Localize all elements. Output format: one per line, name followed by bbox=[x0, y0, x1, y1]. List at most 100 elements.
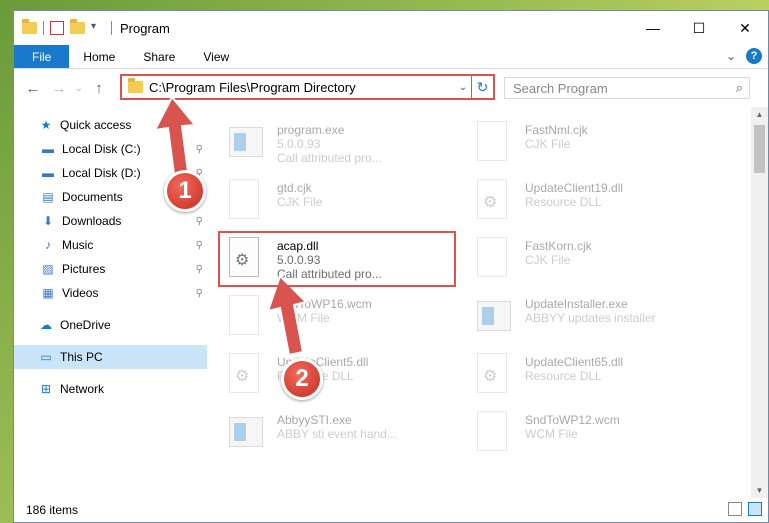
vertical-scrollbar[interactable]: ▲ ▼ bbox=[751, 107, 768, 498]
tab-view[interactable]: View bbox=[189, 45, 243, 68]
file-tile[interactable]: FastNml.cjk CJK File bbox=[477, 117, 707, 177]
ribbon-tabs: File Home Share View ⌄ ? bbox=[14, 45, 768, 69]
file-tile[interactable]: SndToWP12.wcm WCM File bbox=[477, 407, 707, 467]
star-icon: ★ bbox=[40, 118, 52, 132]
file-tile[interactable]: UpdateInstaller.exe ABBYY updates install… bbox=[477, 291, 707, 351]
file-info: ABBYY updates installer bbox=[525, 311, 656, 325]
minimize-button[interactable]: — bbox=[630, 11, 676, 45]
dll-file-icon: ⚙ bbox=[477, 179, 515, 223]
sidebar-item-this-pc[interactable]: ▭ This PC bbox=[14, 345, 207, 369]
file-tile[interactable]: FastKorn.cjk CJK File bbox=[477, 233, 707, 293]
search-input[interactable]: Search Program ⌕ bbox=[504, 77, 750, 99]
title-bar: ▾ Program — ☐ ✕ bbox=[14, 11, 768, 45]
pin-icon[interactable]: ⚲ bbox=[196, 216, 203, 227]
scroll-up-icon[interactable]: ▲ bbox=[751, 110, 768, 119]
sidebar-item-label: Quick access bbox=[60, 118, 132, 132]
sidebar-item-videos[interactable]: ▦ Videos ⚲ bbox=[14, 281, 207, 305]
exe-file-icon bbox=[477, 295, 515, 339]
sidebar-item-network[interactable]: ⊞ Network bbox=[14, 377, 207, 401]
dll-file-icon: ⚙ bbox=[229, 353, 267, 397]
tab-home[interactable]: Home bbox=[69, 45, 129, 68]
file-details: gtd.cjk CJK File bbox=[277, 175, 322, 235]
address-dropdown-icon[interactable]: ⌄ bbox=[455, 82, 471, 93]
forward-button[interactable]: → bbox=[46, 80, 72, 97]
address-path[interactable]: C:\Program Files\Program Directory bbox=[149, 80, 455, 95]
ribbon-right: ⌄ ? bbox=[726, 48, 762, 64]
back-button[interactable]: ← bbox=[20, 80, 46, 97]
drive-icon: ▬ bbox=[42, 166, 54, 180]
view-toggle bbox=[728, 502, 762, 516]
sidebar-item-local-disk-c[interactable]: ▬ Local Disk (C:) ⚲ bbox=[14, 137, 207, 161]
file-tile[interactable]: ⚙ UpdateClient19.dll Resource DLL bbox=[477, 175, 707, 235]
scroll-down-icon[interactable]: ▼ bbox=[751, 486, 768, 495]
step-badge-1: 1 bbox=[164, 170, 206, 212]
file-name: UpdateClient65.dll bbox=[525, 355, 624, 369]
dll-file-icon: ⚙ bbox=[477, 353, 515, 397]
sidebar-item-onedrive[interactable]: ☁ OneDrive bbox=[14, 313, 207, 337]
search-placeholder: Search Program bbox=[513, 80, 608, 96]
step-badge-2: 2 bbox=[281, 358, 323, 400]
pin-icon[interactable]: ⚲ bbox=[196, 240, 203, 251]
document-file-icon bbox=[477, 411, 515, 455]
close-button[interactable]: ✕ bbox=[722, 11, 768, 45]
document-file-icon bbox=[229, 295, 267, 339]
toolbar-divider bbox=[111, 21, 112, 35]
properties-icon[interactable] bbox=[50, 21, 64, 35]
file-tile[interactable]: AbbyySTI.exe ABBY sti event hand... bbox=[229, 407, 459, 467]
large-icons-view-icon[interactable] bbox=[748, 502, 762, 516]
sidebar-item-pictures[interactable]: ▨ Pictures ⚲ bbox=[14, 257, 207, 281]
file-tile[interactable]: ⚙ UpdateClient65.dll Resource DLL bbox=[477, 349, 707, 409]
file-tile[interactable]: program.exe 5.0.0.93 Call attributed pro..… bbox=[229, 117, 459, 177]
file-tile[interactable]: ⚙UpdateClient5.dllResource DLL bbox=[229, 349, 459, 409]
window-title: Program bbox=[120, 20, 170, 36]
file-description: Call attributed pro... bbox=[277, 151, 382, 165]
maximize-button[interactable]: ☐ bbox=[676, 11, 722, 45]
selected-file-highlight bbox=[218, 231, 456, 287]
pin-icon[interactable]: ⚲ bbox=[196, 144, 203, 155]
exe-file-icon bbox=[229, 411, 267, 455]
scrollbar-thumb[interactable] bbox=[754, 125, 765, 173]
sidebar-item-label: This PC bbox=[60, 350, 103, 364]
pin-icon[interactable]: ⚲ bbox=[196, 264, 203, 275]
search-icon[interactable]: ⌕ bbox=[736, 80, 743, 96]
file-tile[interactable]: SndToWP16.wcm WCM File bbox=[229, 291, 459, 351]
sidebar-item-music[interactable]: ♪ Music ⚲ bbox=[14, 233, 207, 257]
window-controls: — ☐ ✕ bbox=[630, 11, 768, 45]
refresh-button[interactable]: ↻ bbox=[471, 76, 493, 98]
address-bar[interactable]: C:\Program Files\Program Directory ⌄ ↻ bbox=[120, 74, 495, 100]
explorer-content: ★ Quick access ▬ Local Disk (C:) ⚲ ▬ Local D… bbox=[14, 107, 768, 498]
file-name: UpdateClient19.dll bbox=[525, 181, 624, 195]
sidebar-item-downloads[interactable]: ⬇ Downloads ⚲ bbox=[14, 209, 207, 233]
customize-toolbar-icon[interactable]: ▾ bbox=[91, 21, 105, 35]
help-icon[interactable]: ? bbox=[746, 48, 762, 64]
file-name: UpdateInstaller.exe bbox=[525, 297, 628, 311]
file-tile[interactable]: gtd.cjk CJK File bbox=[229, 175, 459, 235]
folder-icon bbox=[128, 78, 143, 93]
file-info: CJK File bbox=[525, 253, 571, 267]
documents-icon: ▤ bbox=[42, 190, 54, 204]
new-folder-icon[interactable] bbox=[70, 19, 85, 34]
drive-icon: ▬ bbox=[42, 142, 54, 156]
file-name: SndToWP16.wcm bbox=[277, 297, 372, 311]
pin-icon[interactable]: ⚲ bbox=[196, 288, 203, 299]
recent-locations-button[interactable]: ⌄ bbox=[72, 83, 86, 94]
document-file-icon bbox=[477, 121, 515, 165]
tab-file[interactable]: File bbox=[14, 45, 70, 68]
folder-icon[interactable] bbox=[22, 19, 37, 34]
sidebar-item-quick-access[interactable]: ★ Quick access bbox=[14, 113, 207, 137]
expand-ribbon-icon[interactable]: ⌄ bbox=[726, 49, 736, 63]
file-name: program.exe bbox=[277, 123, 345, 137]
details-view-icon[interactable] bbox=[728, 502, 742, 516]
computer-icon: ▭ bbox=[40, 350, 52, 364]
videos-icon: ▦ bbox=[42, 286, 54, 300]
file-details: UpdateClient19.dll Resource DLL bbox=[525, 175, 623, 235]
document-file-icon bbox=[477, 237, 515, 281]
sidebar-item-label: Network bbox=[60, 382, 105, 396]
status-bar: 186 items bbox=[14, 498, 768, 522]
file-details: program.exe 5.0.0.93 Call attributed pro..… bbox=[277, 117, 382, 177]
file-details: AbbyySTI.exe ABBY sti event hand... bbox=[277, 407, 397, 467]
tab-share[interactable]: Share bbox=[129, 45, 189, 68]
file-details: FastKorn.cjk CJK File bbox=[525, 233, 592, 293]
address-row: ← → ⌄ ↑ C:\Program Files\Program Directo… bbox=[14, 69, 768, 107]
up-button[interactable]: ↑ bbox=[86, 80, 112, 97]
